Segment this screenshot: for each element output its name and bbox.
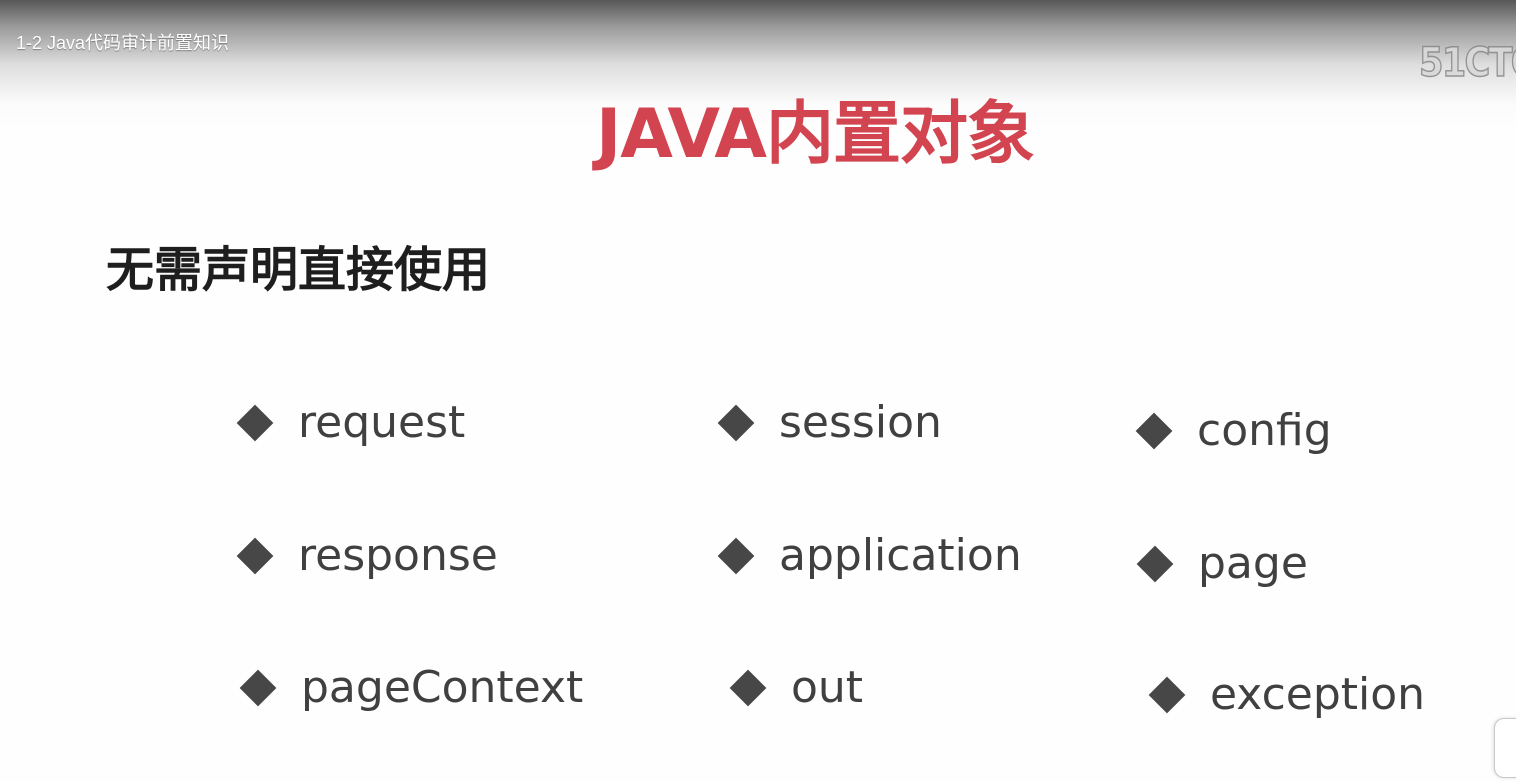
list-item-label: application — [779, 530, 1022, 581]
list-item-label: request — [298, 397, 466, 448]
video-frame[interactable]: 1-2 Java代码审计前置知识 51CTO JAVA内置对象 无需声明直接使用… — [0, 0, 1516, 782]
list-item-label: config — [1197, 405, 1332, 456]
diamond-bullet-icon — [717, 537, 755, 575]
list-item-label: pageContext — [301, 662, 584, 713]
diamond-bullet-icon — [717, 404, 755, 442]
list-item-label: response — [298, 530, 498, 581]
diamond-bullet-icon — [1148, 676, 1186, 714]
list-item-label: page — [1198, 538, 1308, 589]
video-title: 1-2 Java代码审计前置知识 — [16, 33, 230, 53]
list-item-label: out — [791, 662, 864, 713]
list-item-label: session — [779, 397, 942, 448]
diamond-bullet-icon — [1136, 545, 1174, 583]
watermark-logo: 51CTO — [1418, 39, 1516, 87]
diamond-bullet-icon — [729, 669, 767, 707]
diamond-bullet-icon — [1135, 412, 1173, 450]
diamond-bullet-icon — [236, 537, 274, 575]
list-item-label: exception — [1210, 669, 1426, 720]
slide-title: JAVA内置对象 — [596, 95, 1035, 174]
diamond-bullet-icon — [236, 404, 274, 442]
slide-subtitle: 无需声明直接使用 — [106, 242, 491, 298]
side-panel-toggle[interactable] — [1494, 718, 1516, 778]
diamond-bullet-icon — [239, 669, 277, 707]
